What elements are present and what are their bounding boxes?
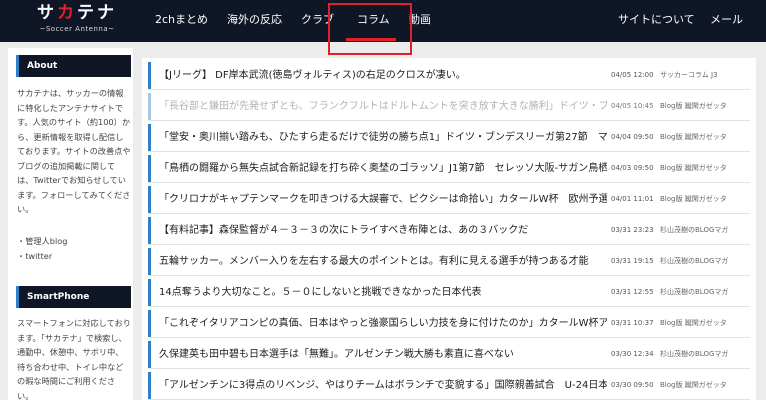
article-title[interactable]: 久保建英も田中碧も日本選手は「無難」。アルゼンチン戦大勝も素直に喜べない bbox=[159, 341, 607, 368]
article-source[interactable]: Blog版 蹴閑ガゼッタ bbox=[660, 372, 744, 399]
article-source[interactable]: 杉山茂樹のBLOGマガ bbox=[660, 217, 744, 244]
article-source[interactable]: サッカーコラム J3 bbox=[660, 62, 744, 89]
article-source[interactable]: 杉山茂樹のBLOGマガ bbox=[660, 341, 744, 368]
nav-overseas-reaction[interactable]: 海外の反応 bbox=[227, 0, 282, 42]
article-row[interactable]: 「長谷部と鎌田が先発せずとも、フランクフルトはドルトムントを突き放す大きな勝利」… bbox=[148, 93, 750, 120]
logo-wordmark: サカテナ bbox=[37, 3, 117, 23]
article-title[interactable]: 「アルゼンチンに3得点のリベンジ、やはりチームはボランチで変貌する」国際親善試合… bbox=[159, 372, 607, 399]
article-row[interactable]: 「アルゼンチンに3得点のリベンジ、やはりチームはボランチで変貌する」国際親善試合… bbox=[148, 372, 750, 399]
article-row[interactable]: 【Jリーグ】 DF岸本武流(徳島ヴォルティス)の右足のクロスが凄い。 04/05… bbox=[148, 62, 750, 89]
article-source[interactable]: Blog版 蹴閑ガゼッタ bbox=[660, 155, 744, 182]
nav-about-site[interactable]: サイトについて bbox=[618, 0, 695, 42]
article-title[interactable]: 【Jリーグ】 DF岸本武流(徳島ヴォルティス)の右足のクロスが凄い。 bbox=[159, 62, 607, 89]
article-row[interactable]: 「鳥栖の闘羅から無失点試合新記録を打ち砕く奥埜のゴラッソ」J1第7節 セレッソ大… bbox=[148, 155, 750, 182]
article-source[interactable]: Blog版 蹴閑ガゼッタ bbox=[660, 93, 744, 120]
nav-video[interactable]: 動画 bbox=[409, 0, 431, 42]
sidebar-links: ・管理人blog ・twitter bbox=[17, 234, 131, 264]
nav-2ch-matome[interactable]: 2chまとめ bbox=[155, 0, 208, 42]
article-title[interactable]: 「堂安・奥川揃い踏みも、ひたすら走るだけで徒労の勝ち点1」ドイツ・ブンデスリーガ… bbox=[159, 124, 607, 151]
article-row[interactable]: 五輪サッカー。メンバー入りを左右する最大のポイントとは。有利に見える選手が持つあ… bbox=[148, 248, 750, 275]
sidebar: About サカテナは、サッカーの情報に特化したアンテナサイトです。人気のサイト… bbox=[8, 48, 133, 400]
about-widget-title: About bbox=[16, 55, 131, 77]
article-title[interactable]: 「これぞイタリアコンピの真価、日本はやっと強豪国らしい力技を身に付けたのか」カタ… bbox=[159, 310, 607, 337]
smartphone-widget-title: SmartPhone bbox=[16, 286, 131, 308]
article-title[interactable]: 「クリロナがキャプテンマークを叩きつける大誤審で、ピクシーは命拾い」カタールW杯… bbox=[159, 186, 607, 213]
article-row[interactable]: 久保建英も田中碧も日本選手は「無難」。アルゼンチン戦大勝も素直に喜べない 03/… bbox=[148, 341, 750, 368]
article-row[interactable]: 「堂安・奥川揃い踏みも、ひたすら走るだけで徒労の勝ち点1」ドイツ・ブンデスリーガ… bbox=[148, 124, 750, 151]
article-source[interactable]: Blog版 蹴閑ガゼッタ bbox=[660, 186, 744, 213]
article-row[interactable]: 「クリロナがキャプテンマークを叩きつける大誤審で、ピクシーは命拾い」カタールW杯… bbox=[148, 186, 750, 213]
article-title[interactable]: 【有料記事】森保監督が４－３－３の次にトライすべき布陣とは、あの３バックだ bbox=[159, 217, 607, 244]
site-logo[interactable]: サカテナ ~Soccer Antenna~ bbox=[22, 3, 132, 39]
sidebar-link-twitter[interactable]: ・twitter bbox=[17, 249, 131, 264]
nav-column-highlight-box bbox=[328, 3, 412, 55]
article-list: 【Jリーグ】 DF岸本武流(徳島ヴォルティス)の右足のクロスが凄い。 04/05… bbox=[142, 58, 756, 400]
smartphone-text: スマートフォンに対応しております。「サカテナ」で検索し、通勤中、休憩中、サボリ中… bbox=[17, 318, 131, 400]
logo-tagline: ~Soccer Antenna~ bbox=[39, 25, 115, 33]
sidebar-link-admin-blog[interactable]: ・管理人blog bbox=[17, 234, 131, 249]
article-title[interactable]: 「鳥栖の闘羅から無失点試合新記録を打ち砕く奥埜のゴラッソ」J1第7節 セレッソ大… bbox=[159, 155, 607, 182]
nav-mail[interactable]: メール bbox=[710, 0, 743, 42]
article-row[interactable]: 「これぞイタリアコンピの真価、日本はやっと強豪国らしい力技を身に付けたのか」カタ… bbox=[148, 310, 750, 337]
article-title[interactable]: 14点奪うより大切なこと。５－０にしないと挑戦できなかった日本代表 bbox=[159, 279, 607, 306]
article-source[interactable]: Blog版 蹴閑ガゼッタ bbox=[660, 310, 744, 337]
article-source[interactable]: 杉山茂樹のBLOGマガ bbox=[660, 248, 744, 275]
article-source[interactable]: 杉山茂樹のBLOGマガ bbox=[660, 279, 744, 306]
article-source[interactable]: Blog版 蹴閑ガゼッタ bbox=[660, 124, 744, 151]
article-row[interactable]: 【有料記事】森保監督が４－３－３の次にトライすべき布陣とは、あの３バックだ 03… bbox=[148, 217, 750, 244]
article-title[interactable]: 「長谷部と鎌田が先発せずとも、フランクフルトはドルトムントを突き放す大きな勝利」… bbox=[159, 93, 607, 120]
article-title[interactable]: 五輪サッカー。メンバー入りを左右する最大のポイントとは。有利に見える選手が持つあ… bbox=[159, 248, 607, 275]
about-text: サカテナは、サッカーの情報に特化したアンテナサイトです。人気のサイト（約100）… bbox=[17, 88, 131, 214]
article-row[interactable]: 14点奪うより大切なこと。５－０にしないと挑戦できなかった日本代表 03/31 … bbox=[148, 279, 750, 306]
